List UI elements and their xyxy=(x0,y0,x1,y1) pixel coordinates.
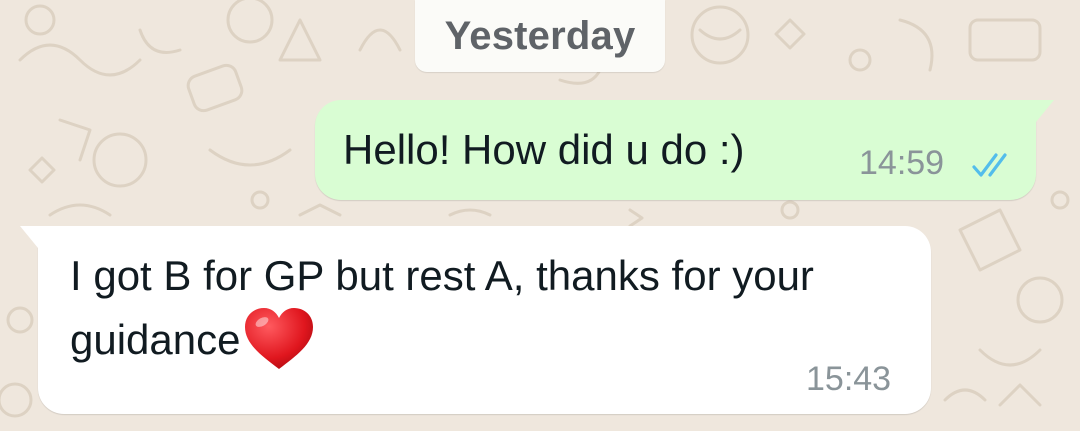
message-text-block: I got B for GP but rest A, thanks for yo… xyxy=(70,244,890,376)
bubble-tail xyxy=(20,226,38,248)
bubble-tail xyxy=(1036,100,1054,122)
outgoing-message-bubble[interactable]: Hello! How did u do :) 14:59 xyxy=(315,100,1054,200)
date-separator: Yesterday xyxy=(415,0,665,72)
red-heart-emoji-icon xyxy=(245,307,314,369)
incoming-message-bubble[interactable]: I got B for GP but rest A, thanks for yo… xyxy=(20,226,931,414)
message-timestamp: 14:59 xyxy=(859,144,945,182)
message-timestamp: 15:43 xyxy=(806,360,892,398)
double-check-read-icon xyxy=(972,153,1007,177)
date-separator-label: Yesterday xyxy=(444,13,636,58)
message-text: Hello! How did u do :) xyxy=(343,126,745,173)
message-text: I got B for GP but rest A, thanks for yo… xyxy=(70,252,814,363)
